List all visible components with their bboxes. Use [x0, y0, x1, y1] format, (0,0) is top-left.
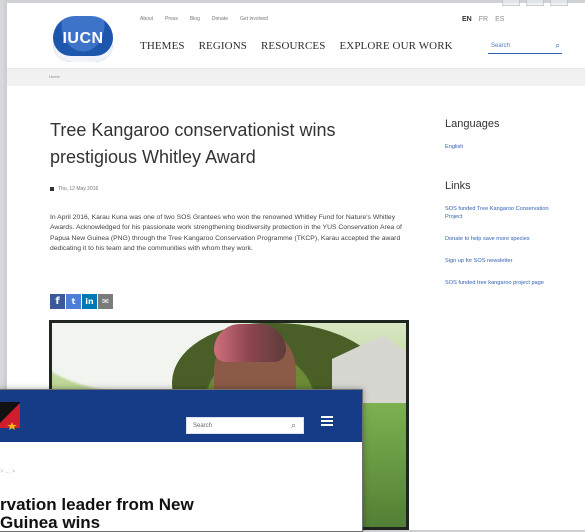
english-language-link[interactable]: English — [445, 143, 560, 151]
breadcrumb-bar: Home — [7, 69, 585, 86]
front-breadcrumb[interactable]: > ... > — [0, 469, 15, 475]
facebook-share-button[interactable]: f — [50, 294, 65, 309]
sidebar-link-newsletter[interactable]: Sign up for SOS newsletter — [445, 257, 560, 265]
article-title: Tree Kangaroo conservationist wins prest… — [50, 120, 336, 168]
utility-nav-about[interactable]: About — [140, 16, 153, 22]
links-heading: Links — [445, 180, 471, 192]
facebook-icon: f — [55, 296, 60, 307]
hamburger-menu-icon[interactable] — [321, 416, 333, 426]
main-navigation: THEMES REGIONS RESOURCES EXPLORE OUR WOR… — [140, 40, 453, 52]
utility-nav-blog[interactable]: Blog — [190, 16, 200, 22]
flag-bird-icon — [7, 422, 17, 430]
search-placeholder: Search — [491, 43, 511, 49]
share-bar: f t in ✉ — [50, 294, 113, 309]
search-input[interactable]: Search ⌕ — [488, 41, 562, 54]
logo-text: IUCN — [62, 30, 104, 47]
language-switcher: EN FR ES — [462, 16, 504, 23]
window-top-strip — [7, 0, 585, 3]
nav-regions[interactable]: REGIONS — [199, 40, 247, 52]
sidebar: Languages English Links SOS funded Tree … — [445, 118, 560, 301]
front-header: Search ⌕ — [0, 390, 362, 442]
article-date: Thu, 12 May 2016 — [50, 186, 98, 192]
linkedin-share-button[interactable]: in — [82, 294, 97, 309]
top-right-controls — [502, 0, 568, 6]
front-search-placeholder: Search — [193, 423, 213, 429]
nav-themes[interactable]: THEMES — [140, 40, 185, 52]
breadcrumb[interactable]: Home — [49, 74, 60, 79]
iucn-logo[interactable]: IUCN — [53, 16, 113, 62]
window-control[interactable] — [550, 0, 568, 6]
search-icon[interactable]: ⌕ — [291, 420, 296, 431]
lang-en[interactable]: EN — [462, 16, 472, 23]
twitter-icon: t — [71, 297, 76, 306]
nav-resources[interactable]: RESOURCES — [261, 40, 325, 52]
article-body: In April 2016, Karau Kuna was one of two… — [50, 213, 402, 253]
sidebar-link-donate[interactable]: Donate to help save more species — [445, 235, 560, 243]
window-control[interactable] — [526, 0, 544, 6]
linkedin-icon: in — [85, 297, 94, 306]
search-icon[interactable]: ⌕ — [556, 41, 560, 51]
photo-person-hat — [214, 324, 286, 362]
utility-navigation: About Press Blog Donate Get involved — [140, 16, 268, 22]
lang-es[interactable]: ES — [495, 16, 504, 23]
twitter-share-button[interactable]: t — [66, 294, 81, 309]
front-search-input[interactable]: Search ⌕ — [186, 417, 304, 434]
email-icon: ✉ — [102, 297, 109, 306]
email-share-button[interactable]: ✉ — [98, 294, 113, 309]
utility-nav-get-involved[interactable]: Get involved — [240, 16, 268, 22]
calendar-icon — [50, 187, 54, 191]
languages-heading: Languages — [445, 118, 500, 130]
window-control[interactable] — [502, 0, 520, 6]
utility-nav-press[interactable]: Press — [165, 16, 178, 22]
sidebar-link-project[interactable]: SOS funded Tree Kangaroo Conservation Pr… — [445, 205, 560, 221]
utility-nav-donate[interactable]: Donate — [212, 16, 228, 22]
nav-explore-our-work[interactable]: EXPLORE OUR WORK — [339, 40, 452, 52]
sidebar-link-project-page[interactable]: SOS funded tree kangaroo project page — [445, 279, 560, 287]
front-browser-window: Search ⌕ > ... > rvation leader from New… — [0, 389, 363, 532]
date-text: Thu, 12 May 2016 — [58, 186, 99, 192]
png-flag-icon — [0, 402, 20, 430]
front-article-title: rvation leader from New Guinea wins — [0, 495, 194, 532]
lang-fr[interactable]: FR — [479, 16, 488, 23]
